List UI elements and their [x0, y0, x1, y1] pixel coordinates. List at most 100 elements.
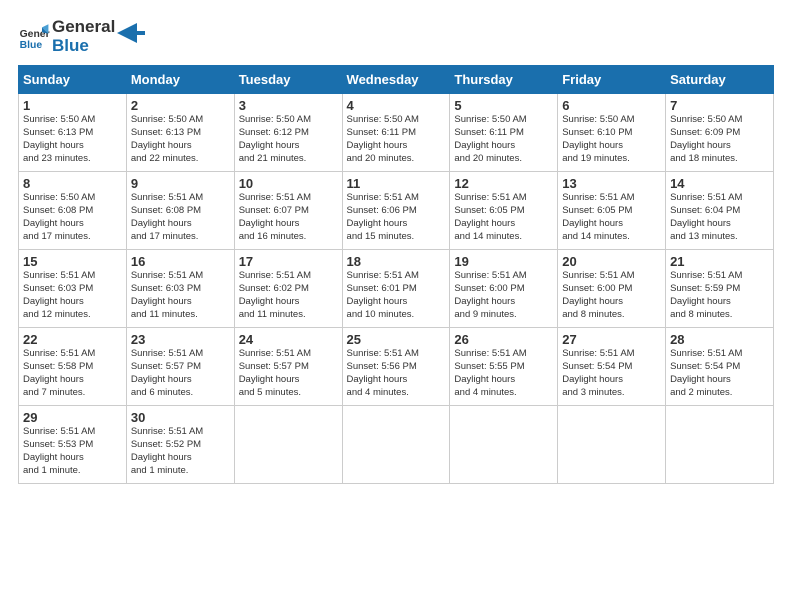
calendar-cell — [558, 406, 666, 484]
week-row-1: 1 Sunrise: 5:50 AM Sunset: 6:13 PM Dayli… — [19, 94, 774, 172]
day-info: Sunrise: 5:51 AM Sunset: 6:02 PM Dayligh… — [239, 270, 338, 321]
col-thursday: Thursday — [450, 66, 558, 94]
day-number: 19 — [454, 254, 553, 269]
day-info: Sunrise: 5:51 AM Sunset: 6:05 PM Dayligh… — [562, 192, 661, 243]
day-number: 23 — [131, 332, 230, 347]
day-number: 2 — [131, 98, 230, 113]
calendar-cell: 4 Sunrise: 5:50 AM Sunset: 6:11 PM Dayli… — [342, 94, 450, 172]
day-info: Sunrise: 5:51 AM Sunset: 6:08 PM Dayligh… — [131, 192, 230, 243]
calendar-cell — [450, 406, 558, 484]
day-info: Sunrise: 5:50 AM Sunset: 6:11 PM Dayligh… — [347, 114, 446, 165]
day-number: 20 — [562, 254, 661, 269]
calendar-cell: 1 Sunrise: 5:50 AM Sunset: 6:13 PM Dayli… — [19, 94, 127, 172]
calendar-cell: 13 Sunrise: 5:51 AM Sunset: 6:05 PM Dayl… — [558, 172, 666, 250]
day-info: Sunrise: 5:51 AM Sunset: 6:06 PM Dayligh… — [347, 192, 446, 243]
calendar-cell: 30 Sunrise: 5:51 AM Sunset: 5:52 PM Dayl… — [126, 406, 234, 484]
day-number: 9 — [131, 176, 230, 191]
calendar-cell: 29 Sunrise: 5:51 AM Sunset: 5:53 PM Dayl… — [19, 406, 127, 484]
day-number: 12 — [454, 176, 553, 191]
logo-icon: General Blue — [18, 21, 50, 53]
header: General Blue General Blue — [18, 18, 774, 55]
calendar-cell: 16 Sunrise: 5:51 AM Sunset: 6:03 PM Dayl… — [126, 250, 234, 328]
logo-arrow-icon — [117, 23, 145, 43]
day-info: Sunrise: 5:51 AM Sunset: 5:57 PM Dayligh… — [239, 348, 338, 399]
calendar-cell: 19 Sunrise: 5:51 AM Sunset: 6:00 PM Dayl… — [450, 250, 558, 328]
calendar-cell: 26 Sunrise: 5:51 AM Sunset: 5:55 PM Dayl… — [450, 328, 558, 406]
day-number: 1 — [23, 98, 122, 113]
calendar-cell: 22 Sunrise: 5:51 AM Sunset: 5:58 PM Dayl… — [19, 328, 127, 406]
calendar-table: Sunday Monday Tuesday Wednesday Thursday… — [18, 65, 774, 484]
day-info: Sunrise: 5:51 AM Sunset: 5:59 PM Dayligh… — [670, 270, 769, 321]
calendar-cell: 5 Sunrise: 5:50 AM Sunset: 6:11 PM Dayli… — [450, 94, 558, 172]
day-number: 29 — [23, 410, 122, 425]
svg-text:Blue: Blue — [20, 40, 43, 51]
col-wednesday: Wednesday — [342, 66, 450, 94]
day-number: 13 — [562, 176, 661, 191]
week-row-4: 22 Sunrise: 5:51 AM Sunset: 5:58 PM Dayl… — [19, 328, 774, 406]
day-info: Sunrise: 5:51 AM Sunset: 6:03 PM Dayligh… — [23, 270, 122, 321]
calendar-cell: 14 Sunrise: 5:51 AM Sunset: 6:04 PM Dayl… — [666, 172, 774, 250]
day-number: 28 — [670, 332, 769, 347]
day-info: Sunrise: 5:50 AM Sunset: 6:11 PM Dayligh… — [454, 114, 553, 165]
day-info: Sunrise: 5:50 AM Sunset: 6:08 PM Dayligh… — [23, 192, 122, 243]
day-number: 18 — [347, 254, 446, 269]
day-number: 7 — [670, 98, 769, 113]
day-info: Sunrise: 5:51 AM Sunset: 6:00 PM Dayligh… — [562, 270, 661, 321]
page-container: General Blue General Blue Sunday Monday … — [0, 0, 792, 494]
day-number: 27 — [562, 332, 661, 347]
day-info: Sunrise: 5:51 AM Sunset: 6:07 PM Dayligh… — [239, 192, 338, 243]
day-info: Sunrise: 5:50 AM Sunset: 6:13 PM Dayligh… — [23, 114, 122, 165]
day-number: 8 — [23, 176, 122, 191]
calendar-cell — [342, 406, 450, 484]
day-info: Sunrise: 5:51 AM Sunset: 6:00 PM Dayligh… — [454, 270, 553, 321]
day-info: Sunrise: 5:51 AM Sunset: 5:54 PM Dayligh… — [562, 348, 661, 399]
day-info: Sunrise: 5:51 AM Sunset: 5:58 PM Dayligh… — [23, 348, 122, 399]
day-number: 15 — [23, 254, 122, 269]
week-row-5: 29 Sunrise: 5:51 AM Sunset: 5:53 PM Dayl… — [19, 406, 774, 484]
day-info: Sunrise: 5:51 AM Sunset: 5:53 PM Dayligh… — [23, 426, 122, 477]
calendar-cell: 21 Sunrise: 5:51 AM Sunset: 5:59 PM Dayl… — [666, 250, 774, 328]
day-number: 16 — [131, 254, 230, 269]
day-number: 3 — [239, 98, 338, 113]
col-saturday: Saturday — [666, 66, 774, 94]
week-row-2: 8 Sunrise: 5:50 AM Sunset: 6:08 PM Dayli… — [19, 172, 774, 250]
week-row-3: 15 Sunrise: 5:51 AM Sunset: 6:03 PM Dayl… — [19, 250, 774, 328]
calendar-cell: 12 Sunrise: 5:51 AM Sunset: 6:05 PM Dayl… — [450, 172, 558, 250]
day-info: Sunrise: 5:51 AM Sunset: 6:05 PM Dayligh… — [454, 192, 553, 243]
day-info: Sunrise: 5:51 AM Sunset: 6:03 PM Dayligh… — [131, 270, 230, 321]
day-number: 6 — [562, 98, 661, 113]
logo-text-general: General — [52, 18, 115, 37]
day-info: Sunrise: 5:51 AM Sunset: 5:57 PM Dayligh… — [131, 348, 230, 399]
calendar-cell: 18 Sunrise: 5:51 AM Sunset: 6:01 PM Dayl… — [342, 250, 450, 328]
day-info: Sunrise: 5:51 AM Sunset: 5:52 PM Dayligh… — [131, 426, 230, 477]
logo: General Blue General Blue — [18, 18, 145, 55]
col-friday: Friday — [558, 66, 666, 94]
day-info: Sunrise: 5:51 AM Sunset: 5:56 PM Dayligh… — [347, 348, 446, 399]
day-number: 22 — [23, 332, 122, 347]
day-info: Sunrise: 5:50 AM Sunset: 6:13 PM Dayligh… — [131, 114, 230, 165]
calendar-cell: 28 Sunrise: 5:51 AM Sunset: 5:54 PM Dayl… — [666, 328, 774, 406]
calendar-cell: 11 Sunrise: 5:51 AM Sunset: 6:06 PM Dayl… — [342, 172, 450, 250]
calendar-cell: 17 Sunrise: 5:51 AM Sunset: 6:02 PM Dayl… — [234, 250, 342, 328]
calendar-cell — [234, 406, 342, 484]
col-sunday: Sunday — [19, 66, 127, 94]
calendar-cell: 20 Sunrise: 5:51 AM Sunset: 6:00 PM Dayl… — [558, 250, 666, 328]
day-number: 25 — [347, 332, 446, 347]
calendar-cell: 10 Sunrise: 5:51 AM Sunset: 6:07 PM Dayl… — [234, 172, 342, 250]
calendar-cell: 2 Sunrise: 5:50 AM Sunset: 6:13 PM Dayli… — [126, 94, 234, 172]
day-number: 30 — [131, 410, 230, 425]
day-number: 26 — [454, 332, 553, 347]
calendar-cell: 15 Sunrise: 5:51 AM Sunset: 6:03 PM Dayl… — [19, 250, 127, 328]
day-info: Sunrise: 5:50 AM Sunset: 6:09 PM Dayligh… — [670, 114, 769, 165]
col-monday: Monday — [126, 66, 234, 94]
logo-text-blue: Blue — [52, 37, 115, 56]
day-number: 10 — [239, 176, 338, 191]
day-number: 14 — [670, 176, 769, 191]
day-number: 17 — [239, 254, 338, 269]
day-number: 11 — [347, 176, 446, 191]
calendar-cell: 27 Sunrise: 5:51 AM Sunset: 5:54 PM Dayl… — [558, 328, 666, 406]
day-info: Sunrise: 5:51 AM Sunset: 6:04 PM Dayligh… — [670, 192, 769, 243]
calendar-cell: 3 Sunrise: 5:50 AM Sunset: 6:12 PM Dayli… — [234, 94, 342, 172]
day-info: Sunrise: 5:51 AM Sunset: 6:01 PM Dayligh… — [347, 270, 446, 321]
day-number: 21 — [670, 254, 769, 269]
